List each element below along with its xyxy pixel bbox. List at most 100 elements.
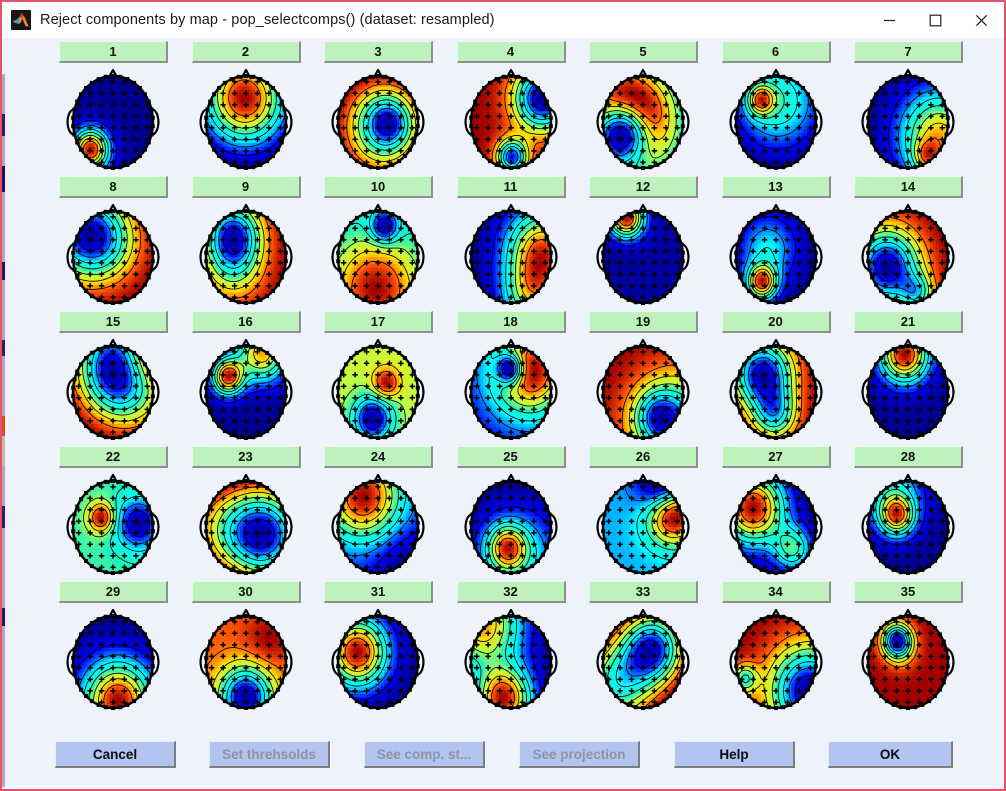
component-button-16[interactable]: 16 (191, 311, 301, 333)
scalp-topography-map-30[interactable] (190, 605, 302, 713)
component-button-28[interactable]: 28 (854, 446, 963, 468)
component-button-13[interactable]: 13 (721, 176, 831, 198)
scalp-topography-map-20[interactable] (720, 335, 832, 443)
component-button-20[interactable]: 20 (721, 311, 831, 333)
component-button-14[interactable]: 14 (854, 176, 963, 198)
scalp-topography-map-21[interactable] (852, 335, 964, 443)
component-button-18[interactable]: 18 (456, 311, 566, 333)
component-button-25[interactable]: 25 (456, 446, 566, 468)
component-button-6[interactable]: 6 (721, 41, 831, 63)
component-button-11[interactable]: 11 (456, 176, 566, 198)
scalp-topography-map-5[interactable] (587, 65, 699, 173)
scalp-topography-map-22[interactable] (57, 470, 169, 578)
window-title: Reject components by map - pop_selectcom… (40, 12, 495, 28)
component-button-24[interactable]: 24 (324, 446, 433, 468)
scalp-topography-map-31[interactable] (322, 605, 434, 713)
component-cell: 1 (55, 41, 191, 176)
scalp-topography-map-23[interactable] (190, 470, 302, 578)
component-cell: 29 (55, 581, 191, 716)
component-cell: 32 (453, 581, 589, 716)
component-button-31[interactable]: 31 (324, 581, 433, 603)
component-button-32[interactable]: 32 (456, 581, 566, 603)
scalp-topography-map-29[interactable] (57, 605, 169, 713)
component-cell: 11 (453, 176, 589, 311)
scalp-topography-map-8[interactable] (57, 200, 169, 308)
dialog-button-row: Cancel Set threhsolds See comp. st... See p… (2, 741, 1006, 771)
scalp-topography-map-11[interactable] (455, 200, 567, 308)
component-button-19[interactable]: 19 (589, 311, 698, 333)
close-button[interactable] (958, 2, 1004, 38)
component-button-8[interactable]: 8 (59, 176, 168, 198)
scalp-topography-map-34[interactable] (720, 605, 832, 713)
scalp-topography-map-27[interactable] (720, 470, 832, 578)
cancel-button[interactable]: Cancel (55, 741, 176, 768)
component-cell: 27 (718, 446, 854, 581)
component-button-30[interactable]: 30 (191, 581, 301, 603)
component-cell: 22 (55, 446, 191, 581)
component-button-5[interactable]: 5 (589, 41, 698, 63)
component-cell: 8 (55, 176, 191, 311)
component-button-1[interactable]: 1 (59, 41, 168, 63)
component-cell: 16 (188, 311, 324, 446)
component-button-12[interactable]: 12 (589, 176, 698, 198)
component-cell: 35 (850, 581, 986, 716)
component-cell: 23 (188, 446, 324, 581)
component-button-2[interactable]: 2 (191, 41, 301, 63)
scalp-topography-map-18[interactable] (455, 335, 567, 443)
component-cell: 15 (55, 311, 191, 446)
component-cell: 14 (850, 176, 986, 311)
component-cell: 31 (320, 581, 456, 716)
component-button-33[interactable]: 33 (589, 581, 698, 603)
component-cell: 12 (585, 176, 721, 311)
component-cell: 21 (850, 311, 986, 446)
component-cell: 25 (453, 446, 589, 581)
component-cell: 13 (718, 176, 854, 311)
scalp-topography-map-6[interactable] (720, 65, 832, 173)
see-comp-st-button: See comp. st... (364, 741, 485, 768)
scalp-topography-map-32[interactable] (455, 605, 567, 713)
scalp-topography-map-4[interactable] (455, 65, 567, 173)
ok-button[interactable]: OK (828, 741, 953, 768)
scalp-topography-map-13[interactable] (720, 200, 832, 308)
component-button-4[interactable]: 4 (456, 41, 566, 63)
component-button-21[interactable]: 21 (854, 311, 963, 333)
scalp-topography-map-26[interactable] (587, 470, 699, 578)
scalp-topography-map-25[interactable] (455, 470, 567, 578)
scalp-topography-map-24[interactable] (322, 470, 434, 578)
help-button[interactable]: Help (674, 741, 795, 768)
minimize-button[interactable] (866, 2, 912, 38)
component-button-26[interactable]: 26 (589, 446, 698, 468)
scalp-topography-map-14[interactable] (852, 200, 964, 308)
title-bar[interactable]: Reject components by map - pop_selectcom… (2, 2, 1004, 38)
scalp-topography-map-3[interactable] (322, 65, 434, 173)
scalp-topography-map-12[interactable] (587, 200, 699, 308)
scalp-topography-map-19[interactable] (587, 335, 699, 443)
component-button-3[interactable]: 3 (324, 41, 433, 63)
component-button-35[interactable]: 35 (854, 581, 963, 603)
scalp-topography-map-15[interactable] (57, 335, 169, 443)
component-button-10[interactable]: 10 (324, 176, 433, 198)
scalp-topography-map-17[interactable] (322, 335, 434, 443)
scalp-topography-map-9[interactable] (190, 200, 302, 308)
component-button-9[interactable]: 9 (191, 176, 301, 198)
scalp-topography-map-10[interactable] (322, 200, 434, 308)
component-button-15[interactable]: 15 (59, 311, 168, 333)
scalp-topography-map-7[interactable] (852, 65, 964, 173)
component-button-27[interactable]: 27 (721, 446, 831, 468)
matlab-logo-icon (11, 10, 31, 30)
component-cell: 28 (850, 446, 986, 581)
scalp-topography-map-28[interactable] (852, 470, 964, 578)
component-button-29[interactable]: 29 (59, 581, 168, 603)
component-button-17[interactable]: 17 (324, 311, 433, 333)
component-button-7[interactable]: 7 (854, 41, 963, 63)
scalp-topography-map-33[interactable] (587, 605, 699, 713)
component-cell: 9 (188, 176, 324, 311)
component-button-22[interactable]: 22 (59, 446, 168, 468)
scalp-topography-map-2[interactable] (190, 65, 302, 173)
scalp-topography-map-35[interactable] (852, 605, 964, 713)
scalp-topography-map-1[interactable] (57, 65, 169, 173)
component-button-23[interactable]: 23 (191, 446, 301, 468)
component-button-34[interactable]: 34 (721, 581, 831, 603)
scalp-topography-map-16[interactable] (190, 335, 302, 443)
maximize-button[interactable] (912, 2, 958, 38)
